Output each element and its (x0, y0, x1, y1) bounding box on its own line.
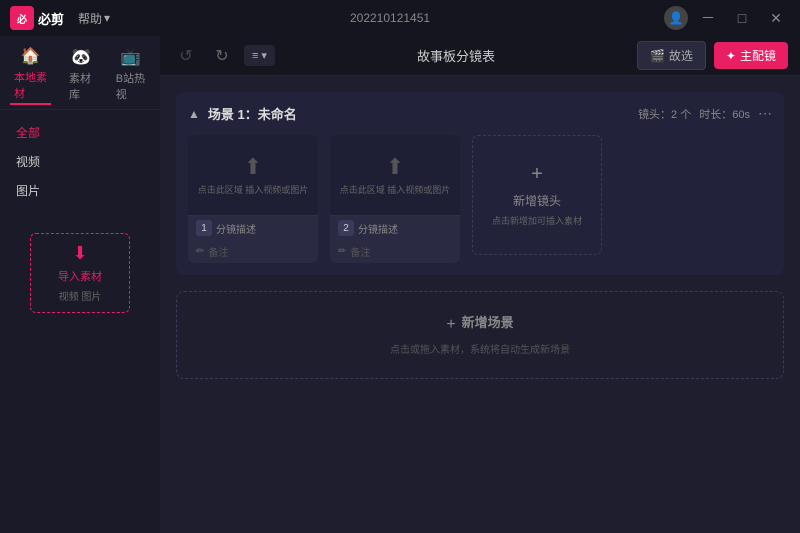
shot-card-1: ⬆ 点击此区域 插入视频或图片 1 分镜描述 ✏ 备注 (188, 135, 318, 263)
undo-button[interactable]: ↺ (172, 42, 200, 70)
shot-num-label-1: 分镜描述 (216, 221, 256, 236)
help-menu[interactable]: 帮助 ▾ (72, 8, 116, 29)
shot-num-row-2: 2 分镜描述 (330, 215, 460, 240)
storyboard-view-button[interactable]: 🎬 故选 (637, 41, 706, 70)
title-bar-right: 👤 － □ ✕ (664, 6, 790, 30)
app-logo-text: 必剪 (38, 9, 64, 28)
shot-number-1: 1 (196, 220, 212, 236)
add-shot-label: 新增镜头 (513, 192, 561, 209)
shots-row-1: ⬆ 点击此区域 插入视频或图片 1 分镜描述 ✏ 备注 (188, 135, 772, 263)
toolbar-title: 故事板分镜表 (283, 46, 629, 65)
storyboard-label: 故选 (669, 47, 693, 64)
avatar-button[interactable]: 👤 (664, 6, 688, 30)
tab-material-library[interactable]: 🐼 素材库 (65, 45, 98, 104)
add-shot-icon: + (531, 163, 543, 186)
shot-note-text-2: 备注 (350, 244, 370, 259)
shot-note-row-2: ✏ 备注 (330, 240, 460, 263)
shot-thumb-1[interactable]: ⬆ 点击此区域 插入视频或图片 (188, 135, 318, 215)
nav-video[interactable]: 视频 (0, 147, 160, 176)
nav-all[interactable]: 全部 (0, 118, 160, 147)
shot-thumb-text-2: 点击此区域 插入视频或图片 (340, 184, 451, 197)
shot-note-row-1: ✏ 备注 (188, 240, 318, 263)
shot-note-icon-2: ✏ (338, 246, 346, 257)
window-title: 202210121451 (350, 11, 430, 25)
dropdown-icon: ≡ (252, 50, 258, 62)
tab-local-material[interactable]: 🏠 本地素材 (10, 44, 51, 105)
local-tab-icon: 🏠 (21, 46, 41, 66)
add-scene-title: 新增场景 (462, 312, 514, 331)
storyboard-area: ▲ 场景 1：未命名 镜头：2 个 时长：60s ⋯ ⬆ 点击此区域 插入视频或… (160, 76, 800, 533)
bilibili-tab-label: B站热视 (116, 70, 146, 102)
shot-thumb-text-1: 点击此区域 插入视频或图片 (198, 184, 309, 197)
shot-note-text-1: 备注 (208, 244, 228, 259)
help-arrow: ▾ (104, 11, 110, 25)
shot-number-2: 2 (338, 220, 354, 236)
title-bar: 必 必剪 帮助 ▾ 202210121451 👤 － □ ✕ (0, 0, 800, 36)
close-button[interactable]: ✕ (762, 8, 790, 28)
tab-bar: 🏠 本地素材 🐼 素材库 📺 B站热视 (0, 36, 160, 110)
add-scene-sub: 点击或拖入素材，系统将自动生成新场景 (197, 343, 763, 358)
host-button[interactable]: ✦ 主配镜 (714, 42, 788, 69)
local-tab-label: 本地素材 (14, 69, 47, 101)
add-shot-button[interactable]: + 新增镜头 点击新增加可插入素材 (472, 135, 602, 255)
toolbar: ↺ ↻ ≡ ▾ 故事板分镜表 🎬 故选 ✦ 主配镜 (160, 36, 800, 76)
add-scene-button[interactable]: + 新增场景 点击或拖入素材，系统将自动生成新场景 (176, 291, 784, 379)
logo-area: 必 必剪 (10, 6, 64, 30)
maximize-button[interactable]: □ (728, 8, 756, 28)
import-label: 导入素材 (58, 268, 102, 284)
import-sub-label: 视频 图片 (59, 288, 102, 303)
minimize-button[interactable]: － (694, 8, 722, 28)
scene-duration: 时长：60s (699, 106, 750, 122)
material-tab-icon: 🐼 (71, 47, 91, 67)
host-icon: ✦ (726, 49, 736, 63)
sidebar: 🏠 本地素材 🐼 素材库 📺 B站热视 全部 视频 图片 ⬇ 导入素材 视频 图… (0, 36, 160, 533)
storyboard-icon: 🎬 (650, 49, 665, 63)
shot-thumb-2[interactable]: ⬆ 点击此区域 插入视频或图片 (330, 135, 460, 215)
shot-note-icon-1: ✏ (196, 246, 204, 257)
app-logo-icon: 必 (10, 6, 34, 30)
shot-upload-icon-2: ⬆ (386, 154, 404, 180)
dropdown-arrow: ▾ (261, 49, 267, 62)
host-label: 主配镜 (740, 47, 776, 64)
material-tab-label: 素材库 (69, 70, 94, 102)
scene-header-1: ▲ 场景 1：未命名 镜头：2 个 时长：60s ⋯ (188, 104, 772, 123)
dropdown-button[interactable]: ≡ ▾ (244, 45, 275, 66)
scene-expand-icon[interactable]: ▲ (188, 107, 200, 121)
right-panel: ↺ ↻ ≡ ▾ 故事板分镜表 🎬 故选 ✦ 主配镜 ▲ 场景 1：未命名 (160, 36, 800, 533)
scene-block-1: ▲ 场景 1：未命名 镜头：2 个 时长：60s ⋯ ⬆ 点击此区域 插入视频或… (176, 92, 784, 275)
title-bar-left: 必 必剪 帮助 ▾ (10, 6, 116, 30)
scene-title-1: 场景 1：未命名 (208, 104, 297, 123)
add-shot-sub: 点击新增加可插入素材 (484, 215, 590, 228)
nav-list: 全部 视频 图片 (0, 110, 160, 213)
import-area: ⬇ 导入素材 视频 图片 (0, 213, 160, 533)
scene-more-button[interactable]: ⋯ (758, 105, 772, 122)
nav-image[interactable]: 图片 (0, 176, 160, 205)
shot-num-row-1: 1 分镜描述 (188, 215, 318, 240)
shot-upload-icon-1: ⬆ (244, 154, 262, 180)
scene-meta-1: 镜头：2 个 时长：60s (638, 106, 750, 122)
help-label: 帮助 (78, 10, 102, 27)
redo-button[interactable]: ↻ (208, 42, 236, 70)
shot-num-label-2: 分镜描述 (358, 221, 398, 236)
import-icon: ⬇ (72, 243, 87, 264)
main-content: 🏠 本地素材 🐼 素材库 📺 B站热视 全部 视频 图片 ⬇ 导入素材 视频 图… (0, 36, 800, 533)
shot-card-2: ⬆ 点击此区域 插入视频或图片 2 分镜描述 ✏ 备注 (330, 135, 460, 263)
add-scene-icon: + (446, 316, 455, 334)
shot-count: 镜头：2 个 (638, 106, 691, 122)
bilibili-tab-icon: 📺 (121, 47, 141, 67)
import-material-button[interactable]: ⬇ 导入素材 视频 图片 (30, 233, 130, 313)
tab-bilibili[interactable]: 📺 B站热视 (112, 45, 150, 104)
